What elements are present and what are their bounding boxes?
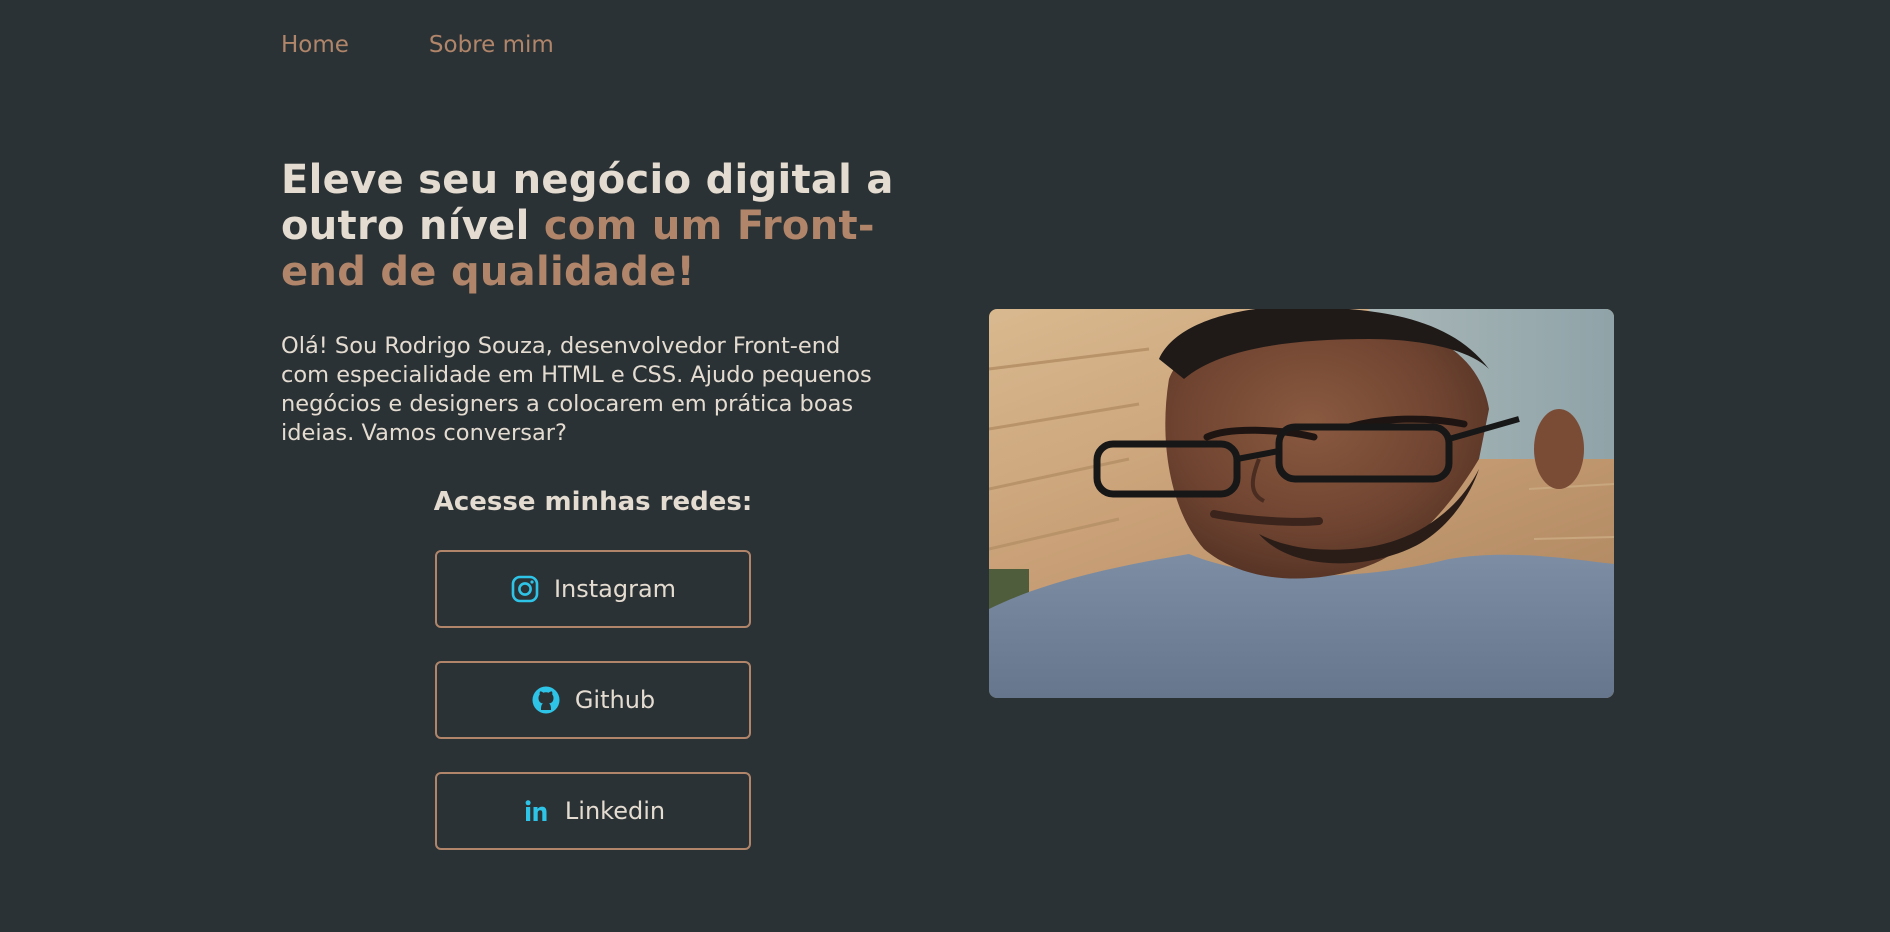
github-button[interactable]: Github bbox=[435, 661, 751, 739]
linkedin-icon bbox=[521, 796, 551, 826]
nav-about-link[interactable]: Sobre mim bbox=[429, 32, 554, 58]
profile-photo bbox=[989, 309, 1614, 698]
instagram-icon bbox=[510, 574, 540, 604]
linkedin-label: Linkedin bbox=[564, 797, 666, 825]
linkedin-button[interactable]: Linkedin bbox=[435, 772, 751, 850]
github-label: Github bbox=[574, 686, 656, 714]
instagram-button[interactable]: Instagram bbox=[435, 550, 751, 628]
intro-paragraph: Olá! Sou Rodrigo Souza, desenvolvedor Fr… bbox=[281, 333, 872, 446]
nav-home-link[interactable]: Home bbox=[281, 32, 349, 58]
social-section-title: Acesse minhas redes: bbox=[433, 487, 753, 517]
github-icon bbox=[531, 685, 561, 715]
hero-headline: Eleve seu negócio digital a outro nível … bbox=[281, 157, 901, 295]
top-nav: Home Sobre mim bbox=[281, 32, 554, 58]
instagram-label: Instagram bbox=[553, 575, 677, 603]
